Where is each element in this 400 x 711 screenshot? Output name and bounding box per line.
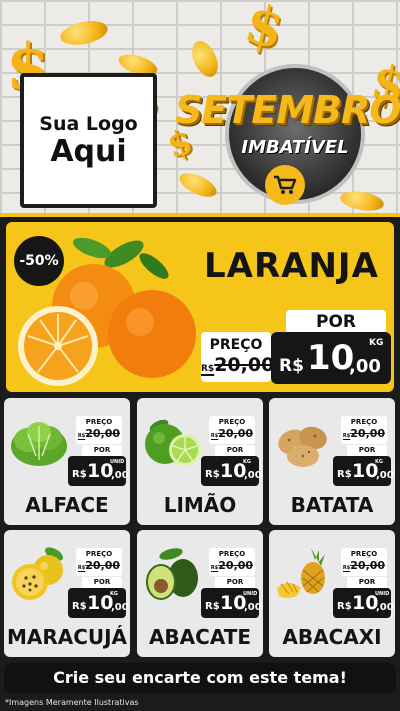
product-name: ABACATE: [148, 625, 252, 649]
product-name: BATATA: [290, 493, 374, 517]
lime-icon: [145, 419, 201, 466]
price-decimal: ,00: [244, 470, 262, 481]
por-label: POR: [82, 577, 122, 588]
price-currency: R$: [72, 601, 87, 612]
price-decimal: ,00: [376, 470, 394, 481]
featured-product-card[interactable]: -50% LARANJA POR PREÇO R$20,00 R$ 10 ,00…: [6, 222, 394, 392]
product-card-alface[interactable]: PREÇO R$20,00 POR R$ 10 ,00 UNID ALFACE: [4, 398, 130, 525]
product-name: MARACUJÁ: [6, 625, 128, 649]
price-decimal: ,00: [244, 602, 262, 613]
featured-product-name: LARANJA: [204, 246, 379, 286]
old-price-label: PREÇO: [218, 418, 246, 426]
old-price-value: R$20,00: [201, 354, 275, 376]
old-price-tag: PREÇO R$20,00: [201, 332, 275, 382]
old-price-value: R$20,00: [342, 559, 386, 572]
old-price-label: PREÇO: [85, 418, 113, 426]
new-price-tag: R$ 10 ,00 KG: [333, 456, 394, 486]
passion-fruit-icon: [12, 547, 64, 600]
old-price-tag: PREÇO R$20,00: [209, 416, 255, 444]
pineapple-icon: [277, 548, 325, 598]
campaign-title: SETEMBRO: [175, 88, 400, 132]
product-card-abacate[interactable]: PREÇO R$20,00 POR R$ 10 ,00 UNID ABACATE: [137, 530, 263, 657]
old-price-label: PREÇO: [85, 550, 113, 558]
coin-icon: [187, 37, 223, 81]
coin-icon: [338, 188, 386, 214]
old-price-tag: PREÇO R$20,00: [209, 548, 255, 576]
price-currency: R$: [205, 601, 220, 612]
old-price-tag: PREÇO R$20,00: [76, 416, 122, 444]
product-name: LIMÃO: [163, 493, 237, 517]
product-card-batata[interactable]: PREÇO R$20,00 POR R$ 10 ,00 KG BATATA: [269, 398, 395, 525]
coin-icon: [176, 168, 220, 202]
por-label: POR: [82, 445, 122, 456]
price-unit: UNID: [243, 591, 258, 597]
price-currency: R$: [279, 356, 304, 376]
por-label: POR: [347, 445, 387, 456]
product-card-limao[interactable]: PREÇO R$20,00 POR R$ 10 ,00 KG LIMÃO: [137, 398, 263, 525]
old-price-label: PREÇO: [350, 418, 378, 426]
old-price-value: R$20,00: [210, 427, 254, 440]
price-unit: KG: [369, 338, 384, 348]
new-price-tag: R$ 10 ,00 UNID: [201, 588, 262, 618]
logo-text-line1: Sua Logo: [39, 113, 138, 135]
price-decimal: ,00: [111, 470, 129, 481]
price-currency: R$: [72, 469, 87, 480]
product-name: ALFACE: [25, 493, 109, 517]
old-price-value: R$20,00: [77, 427, 121, 440]
old-price-value: R$20,00: [342, 427, 386, 440]
new-price-tag: R$ 10 ,00 KG: [68, 588, 129, 618]
price-currency: R$: [205, 469, 220, 480]
old-price-tag: PREÇO R$20,00: [76, 548, 122, 576]
old-price-value: R$20,00: [210, 559, 254, 572]
shopping-cart-icon: [265, 165, 305, 205]
new-price-tag: R$ 10 ,00 KG: [271, 332, 391, 384]
por-label: POR: [347, 577, 387, 588]
product-card-abacaxi[interactable]: PREÇO R$20,00 POR R$ 10 ,00 UNID ABACAXI: [269, 530, 395, 657]
old-price-label: PREÇO: [350, 550, 378, 558]
price-unit: KG: [375, 459, 383, 465]
create-flyer-cta-button[interactable]: Crie seu encarte com este tema!: [4, 663, 396, 693]
logo-text-line2: Aqui: [50, 134, 127, 169]
header-divider: [0, 213, 400, 217]
old-price-label: PREÇO: [218, 550, 246, 558]
price-currency: R$: [337, 601, 352, 612]
old-price-value: R$20,00: [77, 559, 121, 572]
price-unit: KG: [110, 591, 118, 597]
price-unit: UNID: [110, 459, 125, 465]
por-label: POR: [286, 310, 386, 334]
price-integer: 10: [307, 338, 355, 378]
price-unit: UNID: [375, 591, 390, 597]
price-currency: R$: [337, 469, 352, 480]
price-unit: KG: [243, 459, 251, 465]
dollar-sign-icon: $: [238, 0, 291, 62]
price-decimal: ,00: [111, 602, 129, 613]
product-name: ABACAXI: [282, 625, 382, 649]
old-price-tag: PREÇO R$20,00: [341, 548, 387, 576]
store-logo-placeholder: Sua Logo Aqui: [20, 73, 157, 208]
disclaimer-footnote: *Imagens Meramente Ilustrativas: [5, 698, 139, 707]
old-price-tag: PREÇO R$20,00: [341, 416, 387, 444]
potato-icon: [278, 426, 327, 467]
new-price-tag: R$ 10 ,00 UNID: [68, 456, 129, 486]
product-card-maracuja[interactable]: PREÇO R$20,00 POR R$ 10 ,00 KG MARACUJÁ: [4, 530, 130, 657]
old-price-label: PREÇO: [209, 337, 263, 353]
header-banner: $ $ $ $ $ Sua Logo Aqui SETEMBRO IMBATÍV…: [0, 0, 400, 215]
new-price-tag: R$ 10 ,00 UNID: [333, 588, 394, 618]
discount-badge: -50%: [14, 236, 64, 286]
price-decimal: ,00: [376, 602, 394, 613]
coin-icon: [58, 17, 110, 49]
avocado-icon: [146, 548, 198, 600]
price-decimal: ,00: [349, 356, 381, 377]
campaign-subtitle: IMBATÍVEL: [241, 137, 349, 158]
new-price-tag: R$ 10 ,00 KG: [201, 456, 262, 486]
por-label: POR: [215, 577, 255, 588]
lettuce-icon: [11, 422, 67, 466]
por-label: POR: [215, 445, 255, 456]
